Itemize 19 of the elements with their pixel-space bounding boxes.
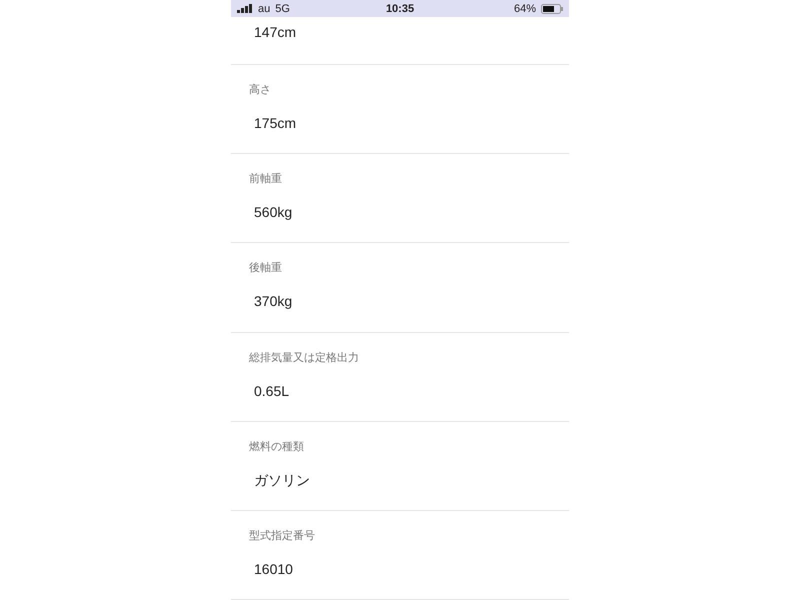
field-value: 0.65L bbox=[254, 382, 290, 401]
field-value: 147cm bbox=[254, 23, 296, 42]
field-label: 総排気量又は定格出力 bbox=[249, 350, 359, 366]
field-label: 型式指定番号 bbox=[249, 528, 315, 544]
carrier-label: au bbox=[258, 2, 270, 15]
field-value: 560kg bbox=[254, 203, 292, 222]
field-label: 燃料の種類 bbox=[249, 440, 304, 455]
field-value: 16010 bbox=[254, 560, 293, 579]
field-label: 前軸重 bbox=[249, 172, 282, 188]
field-value: ガソリン bbox=[254, 470, 310, 490]
field-value: 175cm bbox=[254, 114, 296, 134]
network-label: 5G bbox=[275, 2, 290, 15]
field-label: 後軸重 bbox=[249, 261, 282, 276]
signal-icon bbox=[237, 4, 253, 14]
field-value: 370kg bbox=[254, 292, 292, 312]
clock: 10:35 bbox=[386, 2, 414, 15]
field-label: 高さ bbox=[249, 82, 271, 98]
battery-icon bbox=[541, 4, 564, 14]
battery-percent: 64% bbox=[514, 2, 536, 15]
